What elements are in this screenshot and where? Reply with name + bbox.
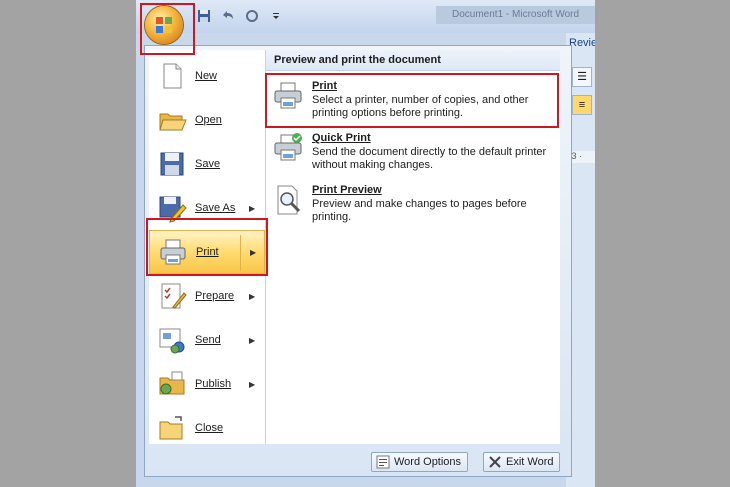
menu-item-label: New bbox=[195, 70, 218, 82]
save-icon[interactable] bbox=[196, 8, 212, 24]
submenu-arrow-icon: ▶ bbox=[249, 291, 256, 301]
menu-item-publish[interactable]: Publish ▶ bbox=[149, 362, 265, 406]
menu-item-new[interactable]: New bbox=[149, 54, 265, 98]
new-document-icon bbox=[163, 63, 182, 89]
title-bar: Document1 - Microsoft Word bbox=[136, 0, 595, 33]
submenu-item-print-preview[interactable]: Print Preview Preview and make changes t… bbox=[270, 182, 556, 230]
menu-item-save-as[interactable]: Save As ▶ bbox=[149, 186, 265, 230]
list-icon[interactable]: ☰ bbox=[572, 67, 592, 87]
print-preview-icon bbox=[277, 185, 301, 215]
tab-review[interactable]: Revie bbox=[569, 37, 595, 49]
exit-word-label: Exit Word bbox=[506, 456, 554, 468]
submenu-item-desc: Send the document directly to the defaul… bbox=[312, 146, 547, 171]
office-menu-commands: New Open Save Save As ▶ Print ▶ Prepare bbox=[149, 50, 266, 444]
menu-item-label: Prepare bbox=[195, 290, 235, 302]
menu-item-save[interactable]: Save bbox=[149, 142, 265, 186]
submenu-item-quick-print[interactable]: Quick Print Send the document directly t… bbox=[270, 130, 556, 178]
menu-item-close[interactable]: Close bbox=[149, 406, 265, 450]
submenu-item-print[interactable]: Print Select a printer, number of copies… bbox=[270, 78, 556, 126]
save-disk-icon bbox=[160, 152, 184, 176]
menu-item-label: Open bbox=[195, 114, 222, 126]
printer-icon bbox=[274, 82, 302, 109]
exit-word-button[interactable]: Exit Word bbox=[483, 452, 561, 472]
submenu-item-title: Print bbox=[312, 80, 338, 92]
save-as-icon bbox=[159, 196, 187, 223]
quick-access-toolbar bbox=[196, 8, 284, 24]
window-title: Document1 - Microsoft Word bbox=[436, 6, 595, 24]
undo-icon[interactable] bbox=[220, 8, 236, 24]
menu-item-label: Publish bbox=[195, 378, 232, 390]
menu-item-print[interactable]: Print ▶ bbox=[149, 230, 265, 274]
menu-item-label: Save bbox=[195, 158, 221, 170]
menu-item-label: Print bbox=[196, 246, 219, 258]
menu-item-prepare[interactable]: Prepare ▶ bbox=[149, 274, 265, 318]
word-options-button[interactable]: Word Options bbox=[371, 452, 469, 472]
menu-item-send[interactable]: Send ▶ bbox=[149, 318, 265, 362]
publish-icon bbox=[159, 371, 185, 395]
close-folder-icon bbox=[159, 416, 183, 440]
menu-item-open[interactable]: Open bbox=[149, 98, 265, 142]
customize-qat-icon[interactable] bbox=[268, 8, 284, 24]
send-icon bbox=[159, 328, 185, 354]
submenu-item-desc: Preview and make changes to pages before… bbox=[312, 198, 527, 223]
quick-print-icon bbox=[274, 133, 302, 161]
submenu-item-desc: Select a printer, number of copies, and … bbox=[312, 94, 529, 119]
menu-footer: Word Options Exit Word bbox=[145, 448, 571, 476]
open-folder-icon bbox=[159, 113, 187, 131]
submenu-arrow-icon[interactable]: ▶ bbox=[250, 248, 256, 257]
submenu-arrow-icon: ▶ bbox=[249, 203, 256, 213]
office-logo-icon bbox=[156, 17, 172, 33]
word-options-icon bbox=[376, 455, 390, 469]
menu-item-label: Save As bbox=[195, 202, 236, 214]
submenu-item-title: Quick Print bbox=[312, 132, 371, 144]
office-button[interactable] bbox=[145, 6, 183, 44]
prepare-icon bbox=[161, 283, 187, 309]
menu-item-label: Send bbox=[195, 334, 221, 346]
word-options-label: Word Options bbox=[394, 456, 462, 468]
align-justify-icon[interactable]: ≡ bbox=[572, 95, 592, 115]
redo-icon[interactable] bbox=[244, 8, 260, 24]
submenu-arrow-icon: ▶ bbox=[249, 379, 256, 389]
close-icon bbox=[489, 456, 501, 468]
submenu-header: Preview and print the document bbox=[266, 50, 560, 71]
submenu-item-title: Print Preview bbox=[312, 184, 382, 196]
menu-item-label: Close bbox=[195, 422, 224, 434]
submenu-arrow-icon: ▶ bbox=[249, 335, 256, 345]
printer-icon bbox=[160, 239, 186, 265]
print-submenu: Preview and print the document Print Sel… bbox=[265, 50, 560, 444]
split-divider bbox=[240, 235, 241, 271]
office-menu: New Open Save Save As ▶ Print ▶ Prepare bbox=[144, 45, 572, 477]
